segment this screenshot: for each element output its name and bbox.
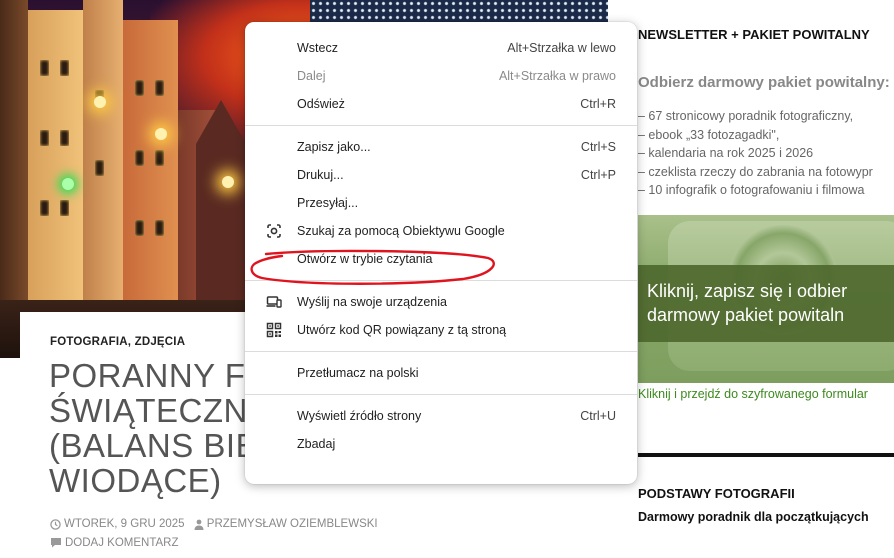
list-item: – ebook „33 fotozagadki", <box>638 127 780 142</box>
street-lamp <box>155 128 167 140</box>
street-lamp <box>62 178 74 190</box>
building <box>0 0 28 320</box>
menu-item-shortcut: Alt+Strzałka w prawo <box>498 69 616 83</box>
menu-item-label: Wstecz <box>297 41 338 55</box>
menu-item-label: Wyślij na swoje urządzenia <box>297 295 447 309</box>
menu-item-label: Dalej <box>297 69 326 83</box>
list-item: – kalendaria na rok 2025 i 2026 <box>638 146 814 160</box>
section-divider <box>638 453 894 457</box>
menu-item-reading-mode[interactable]: Otwórz w trybie czytania <box>245 245 637 273</box>
menu-item-translate[interactable]: Przetłumacz na polski <box>245 359 637 387</box>
menu-item-inspect[interactable]: Zbadaj <box>245 430 637 458</box>
context-menu: Wstecz Alt+Strzałka w lewo Dalej Alt+Str… <box>245 22 637 484</box>
menu-separator <box>245 394 637 395</box>
menu-item-label: Odśwież <box>297 97 345 111</box>
banner-text: Kliknij, zapisz się i odbier darmowy pak… <box>638 265 894 342</box>
menu-item-label: Wyświetl źródło strony <box>297 409 422 423</box>
street-lamp <box>222 176 234 188</box>
menu-item-print[interactable]: Drukuj... Ctrl+P <box>245 161 637 189</box>
menu-item-send-to-devices[interactable]: Wyślij na swoje urządzenia <box>245 288 637 316</box>
add-comment-link[interactable]: DODAJ KOMENTARZ <box>65 535 179 551</box>
newsletter-heading: NEWSLETTER + PAKIET POWITALNY <box>638 27 870 42</box>
menu-item-save-as[interactable]: Zapisz jako... Ctrl+S <box>245 133 637 161</box>
qr-code-icon <box>266 322 282 338</box>
comment-icon <box>51 538 61 548</box>
building <box>123 20 178 320</box>
menu-item-view-source[interactable]: Wyświetl źródło strony Ctrl+U <box>245 402 637 430</box>
menu-item-shortcut: Ctrl+R <box>580 97 616 111</box>
basics-guide-link[interactable]: Darmowy poradnik dla początkujących <box>638 510 869 524</box>
list-item: – czeklista rzeczy do zabrania na fotowy… <box>638 164 873 179</box>
welcome-pack-list: – 67 stronicowy poradnik fotograficzny, … <box>638 107 873 200</box>
menu-item-shortcut: Ctrl+U <box>580 409 616 423</box>
user-icon <box>194 519 204 530</box>
banner-line: Kliknij, zapisz się i odbier <box>647 281 848 301</box>
menu-item-label: Szukaj za pomocą Obiektywu Google <box>297 224 505 238</box>
menu-item-label: Drukuj... <box>297 168 344 182</box>
basics-heading: PODSTAWY FOTOGRAFII <box>638 486 795 501</box>
building <box>28 10 83 320</box>
menu-separator <box>245 351 637 352</box>
menu-item-label: Zbadaj <box>297 437 336 451</box>
article-author[interactable]: PRZEMYSŁAW OZIEMBLEWSKI <box>207 516 378 532</box>
menu-item-shortcut: Alt+Strzałka w lewo <box>507 41 616 55</box>
list-item: – 67 stronicowy poradnik fotograficzny, <box>638 109 854 123</box>
signup-form-link[interactable]: Kliknij i przejdź do szyfrowanego formul… <box>638 387 868 401</box>
street-lamp <box>94 96 106 108</box>
menu-item-label: Przetłumacz na polski <box>297 366 419 380</box>
article-meta: WTOREK, 9 GRU 2025 PRZEMYSŁAW OZIEMBLEWS… <box>50 516 480 553</box>
menu-item-qr-code[interactable]: Utwórz kod QR powiązany z tą stroną <box>245 316 637 344</box>
menu-item-label: Przesyłaj... <box>297 196 359 210</box>
menu-item-google-lens[interactable]: Szukaj za pomocą Obiektywu Google <box>245 217 637 245</box>
menu-separator <box>245 280 637 281</box>
devices-icon <box>266 296 282 308</box>
newsletter-subheading: Odbierz darmowy pakiet powitalny: <box>638 74 890 91</box>
menu-item-shortcut: Ctrl+P <box>580 168 616 182</box>
comment-meta: DODAJ KOMENTARZ <box>50 535 179 551</box>
author-meta: PRZEMYSŁAW OZIEMBLEWSKI <box>194 516 378 532</box>
list-item: – 10 infografik o fotografowaniu i filmo… <box>638 183 865 197</box>
menu-item-back[interactable]: Wstecz Alt+Strzałka w lewo <box>245 34 637 62</box>
date-meta: WTOREK, 9 GRU 2025 <box>50 516 185 532</box>
menu-item-forward: Dalej Alt+Strzałka w prawo <box>245 62 637 90</box>
menu-item-label: Utwórz kod QR powiązany z tą stroną <box>297 323 507 337</box>
building-tower <box>196 100 246 320</box>
menu-separator <box>245 125 637 126</box>
menu-item-label: Otwórz w trybie czytania <box>297 252 433 266</box>
google-lens-icon <box>267 224 281 238</box>
sidebar: NEWSLETTER + PAKIET POWITALNY Odbierz da… <box>638 0 894 558</box>
clock-icon <box>50 518 61 530</box>
menu-item-reload[interactable]: Odśwież Ctrl+R <box>245 90 637 118</box>
menu-item-label: Zapisz jako... <box>297 140 371 154</box>
article-date: WTOREK, 9 GRU 2025 <box>64 518 185 530</box>
newsletter-banner[interactable]: Kliknij, zapisz się i odbier darmowy pak… <box>638 215 894 383</box>
menu-item-shortcut: Ctrl+S <box>580 140 616 154</box>
article-categories[interactable]: FOTOGRAFIA, ZDJĘCIA <box>50 336 185 348</box>
menu-item-cast[interactable]: Przesyłaj... <box>245 189 637 217</box>
banner-line: darmowy pakiet powitaln <box>647 305 845 325</box>
